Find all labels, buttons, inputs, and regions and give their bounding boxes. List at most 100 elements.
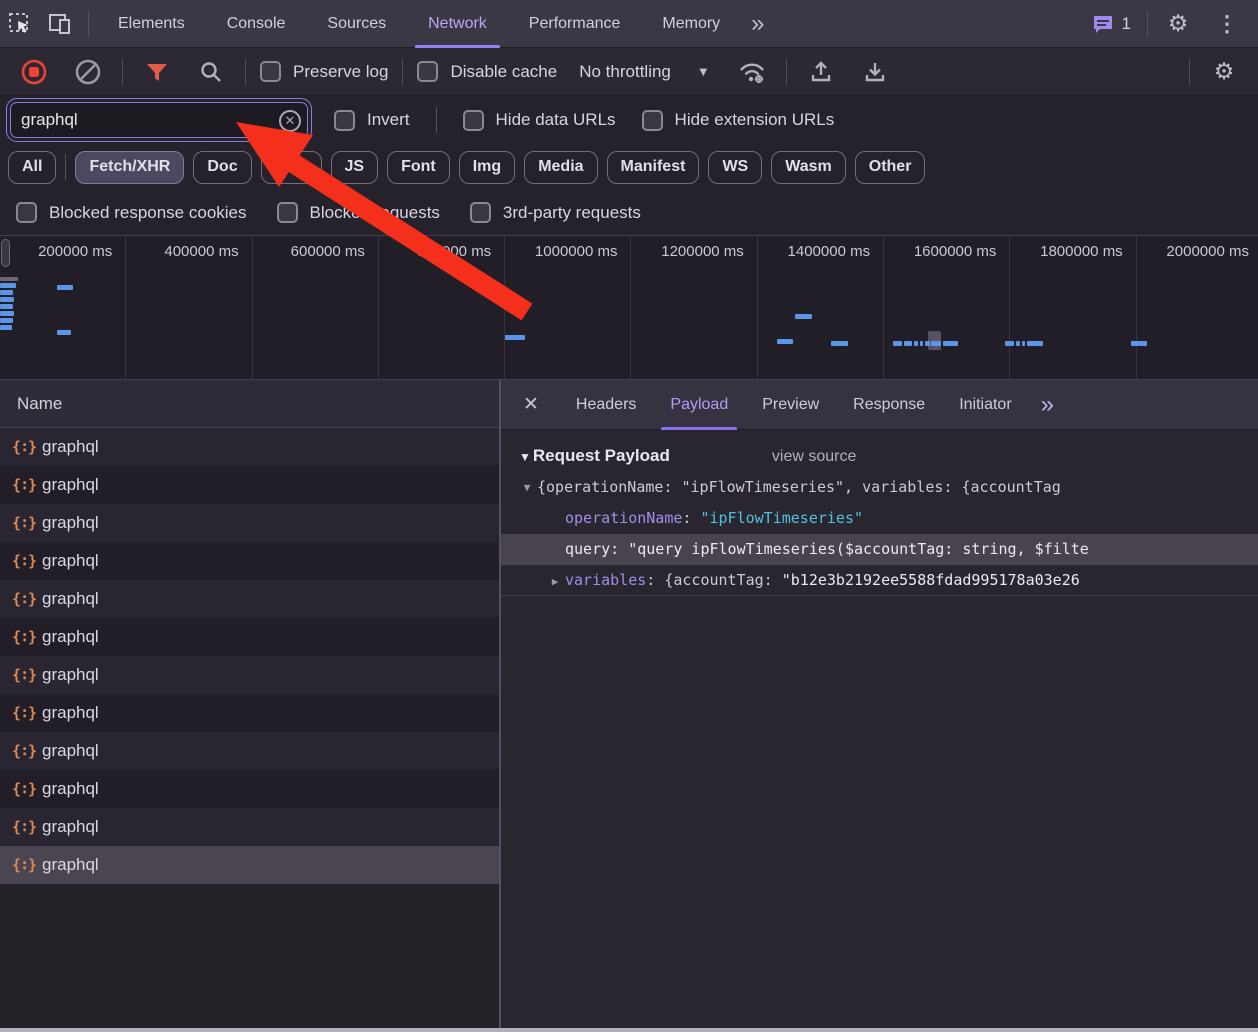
waterfall-bar[interactable] xyxy=(0,290,13,295)
timeline-tick-label: 2000000 ms xyxy=(1166,243,1249,260)
waterfall-bar[interactable] xyxy=(904,341,912,346)
chip-manifest[interactable]: Manifest xyxy=(607,151,700,184)
waterfall-bar[interactable] xyxy=(0,318,13,323)
waterfall-bar[interactable] xyxy=(0,311,14,316)
clear-filter-icon[interactable]: ✕ xyxy=(279,110,301,132)
network-settings-gear-icon[interactable]: ⚙ xyxy=(1204,52,1244,92)
request-row[interactable]: {∶}graphql xyxy=(0,618,499,656)
request-row[interactable]: {∶}graphql xyxy=(0,846,499,884)
divider xyxy=(245,59,246,85)
chip-css[interactable]: CSS xyxy=(261,151,322,184)
request-payload-section[interactable]: ▼ Request Payload view source xyxy=(501,430,1258,472)
request-row[interactable]: {∶}graphql xyxy=(0,770,499,808)
waterfall-bar[interactable] xyxy=(1022,341,1025,346)
chip-other[interactable]: Other xyxy=(855,151,926,184)
request-row[interactable]: {∶}graphql xyxy=(0,504,499,542)
third-party-requests-checkbox[interactable]: 3rd-party requests xyxy=(470,202,641,223)
chip-ws[interactable]: WS xyxy=(708,151,762,184)
filter-input[interactable]: graphql ✕ xyxy=(10,102,308,138)
blocked-response-cookies-checkbox[interactable]: Blocked response cookies xyxy=(16,202,247,223)
request-row[interactable]: {∶}graphql xyxy=(0,732,499,770)
waterfall-bar[interactable] xyxy=(831,341,848,346)
payload-query-row[interactable]: query: "query ipFlowTimeseries($accountT… xyxy=(501,534,1258,565)
waterfall-bar[interactable] xyxy=(943,341,958,346)
waterfall-bar[interactable] xyxy=(0,304,13,309)
record-network-log-icon[interactable] xyxy=(14,52,54,92)
waterfall-bar[interactable] xyxy=(1027,341,1043,346)
request-row[interactable]: {∶}graphql xyxy=(0,808,499,846)
details-tab-headers[interactable]: Headers xyxy=(559,380,653,430)
waterfall-bar[interactable] xyxy=(925,341,930,346)
more-details-tabs-icon[interactable]: » xyxy=(1029,393,1066,417)
request-row[interactable]: {∶}graphql xyxy=(0,428,499,466)
request-row[interactable]: {∶}graphql xyxy=(0,542,499,580)
hide-data-urls-checkbox[interactable]: Hide data URLs xyxy=(463,110,616,131)
import-har-icon[interactable] xyxy=(801,52,841,92)
tab-elements[interactable]: Elements xyxy=(97,0,206,48)
waterfall-bar[interactable] xyxy=(914,341,918,346)
waterfall-bar[interactable] xyxy=(1016,341,1020,346)
view-source-link[interactable]: view source xyxy=(772,448,856,466)
waterfall-bar[interactable] xyxy=(57,330,71,335)
request-name: graphql xyxy=(42,437,99,457)
waterfall-bar[interactable] xyxy=(0,283,16,288)
payload-root-row[interactable]: ▼ {operationName: "ipFlowTimeseries", va… xyxy=(501,472,1258,503)
payload-operation-row[interactable]: operationName: "ipFlowTimeseries" xyxy=(501,503,1258,534)
details-tab-payload[interactable]: Payload xyxy=(653,380,745,430)
chip-wasm[interactable]: Wasm xyxy=(771,151,846,184)
throttling-select[interactable]: No throttling ▼ xyxy=(571,62,718,82)
clear-network-log-icon[interactable] xyxy=(68,52,108,92)
chip-img[interactable]: Img xyxy=(459,151,515,184)
waterfall-bar[interactable] xyxy=(1131,341,1147,346)
hide-extension-urls-checkbox[interactable]: Hide extension URLs xyxy=(642,110,835,131)
json-braces-icon: {∶} xyxy=(12,476,42,494)
waterfall-bar[interactable] xyxy=(0,325,12,330)
issues-button[interactable]: 1 xyxy=(1085,12,1137,36)
waterfall-bar[interactable] xyxy=(777,339,793,344)
request-row[interactable]: {∶}graphql xyxy=(0,466,499,504)
request-row[interactable]: {∶}graphql xyxy=(0,580,499,618)
name-column-header[interactable]: Name xyxy=(0,380,499,428)
waterfall-bar[interactable] xyxy=(505,335,525,340)
waterfall-bar[interactable] xyxy=(1005,341,1014,346)
kebab-menu-icon[interactable]: ⋮ xyxy=(1208,13,1246,35)
details-tab-initiator[interactable]: Initiator xyxy=(942,380,1028,430)
request-row[interactable]: {∶}graphql xyxy=(0,656,499,694)
chip-doc[interactable]: Doc xyxy=(193,151,251,184)
blocked-requests-checkbox[interactable]: Blocked requests xyxy=(277,202,440,223)
network-conditions-icon[interactable] xyxy=(732,52,772,92)
chip-all[interactable]: All xyxy=(8,151,56,184)
payload-variables-row[interactable]: ▶variables: {accountTag: "b12e3b2192ee55… xyxy=(501,565,1258,596)
invert-checkbox[interactable]: Invert xyxy=(334,110,410,131)
waterfall-bar[interactable] xyxy=(0,297,14,302)
chip-fetch-xhr[interactable]: Fetch/XHR xyxy=(75,151,184,184)
tab-performance[interactable]: Performance xyxy=(508,0,642,48)
more-tabs-icon[interactable]: » xyxy=(741,12,774,36)
export-har-icon[interactable] xyxy=(855,52,895,92)
tab-console[interactable]: Console xyxy=(206,0,307,48)
waterfall-bar[interactable] xyxy=(57,285,73,290)
details-tab-response[interactable]: Response xyxy=(836,380,942,430)
disable-cache-checkbox[interactable]: Disable cache xyxy=(417,61,557,82)
settings-gear-icon[interactable]: ⚙ xyxy=(1158,4,1198,44)
waterfall-bar[interactable] xyxy=(920,341,923,346)
tab-sources[interactable]: Sources xyxy=(306,0,407,48)
search-icon[interactable] xyxy=(191,52,231,92)
request-row[interactable]: {∶}graphql xyxy=(0,694,499,732)
waterfall-bar[interactable] xyxy=(931,341,941,346)
chip-js[interactable]: JS xyxy=(331,151,379,184)
tab-memory[interactable]: Memory xyxy=(641,0,741,48)
checkbox-icon xyxy=(334,110,355,131)
chip-media[interactable]: Media xyxy=(524,151,597,184)
device-toolbar-icon[interactable] xyxy=(40,4,80,44)
details-tab-preview[interactable]: Preview xyxy=(745,380,836,430)
chip-font[interactable]: Font xyxy=(387,151,450,184)
waterfall-bar[interactable] xyxy=(795,314,812,319)
waterfall-bar[interactable] xyxy=(893,341,902,346)
close-icon[interactable]: ✕ xyxy=(501,393,559,416)
network-overview-timeline[interactable]: 200000 ms400000 ms600000 ms800000 ms1000… xyxy=(0,235,1258,380)
inspect-element-icon[interactable] xyxy=(0,4,40,44)
preserve-log-checkbox[interactable]: Preserve log xyxy=(260,61,388,82)
tab-network[interactable]: Network xyxy=(407,0,508,48)
filter-icon[interactable] xyxy=(137,52,177,92)
